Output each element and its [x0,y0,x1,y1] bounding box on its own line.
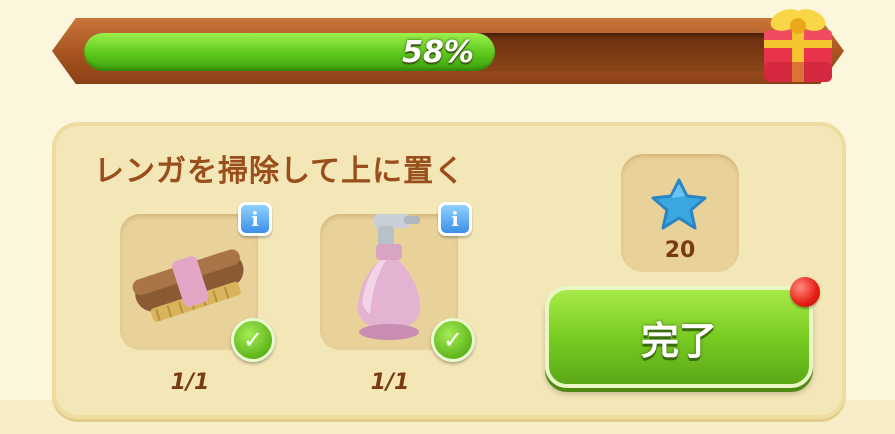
notification-dot [790,277,820,307]
info-button-spray[interactable]: i [438,202,472,236]
blue-star-icon [651,178,707,230]
progress-bar: 58% [84,33,792,71]
item-count-spray: 1/1 [370,370,410,395]
info-button-brush[interactable]: i [238,202,272,236]
item-count-brush: 1/1 [170,370,210,395]
complete-button[interactable]: 完了 [545,286,813,388]
progress-percent: 58% [402,34,474,70]
task-title: レンガを掃除して上に置く [94,154,466,189]
check-icon: ✓ [231,318,275,362]
check-icon: ✓ [431,318,475,362]
reward-amount: 20 [664,238,696,263]
gift-box-icon[interactable] [756,0,840,86]
